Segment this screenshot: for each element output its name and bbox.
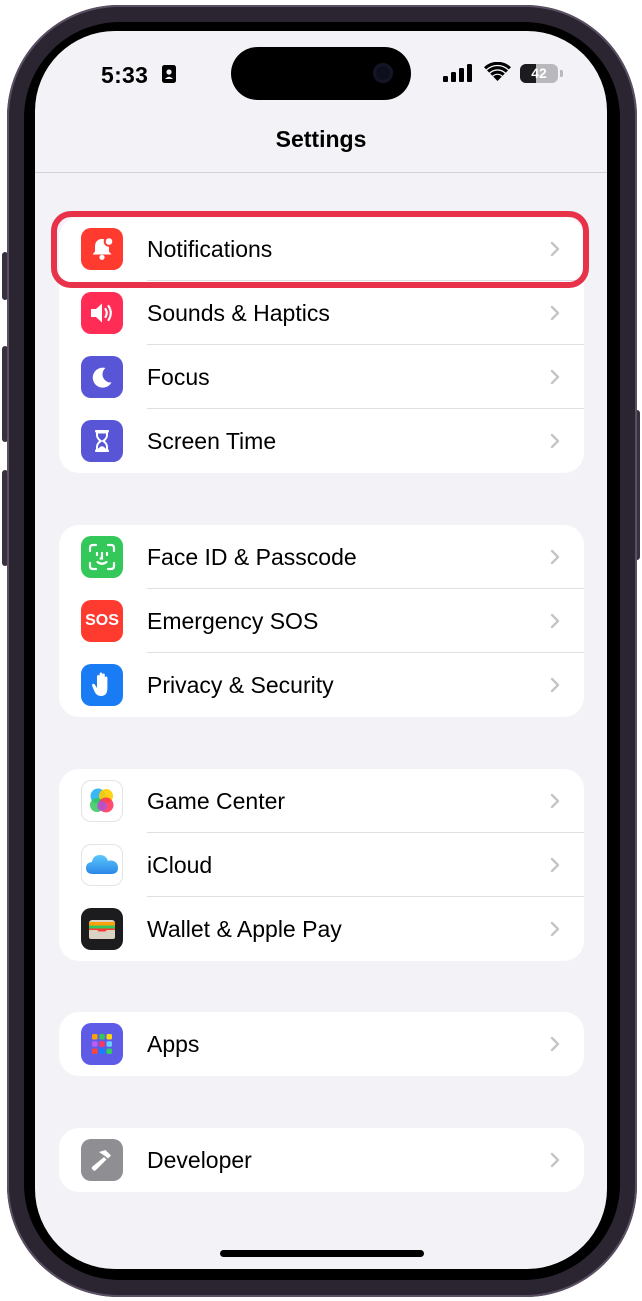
settings-group-1: Notifications Sounds & Haptics Focus Scr… (59, 217, 584, 473)
game-center-icon (81, 780, 123, 822)
settings-item-game-center[interactable]: Game Center (59, 769, 584, 833)
settings-group-3: Game Center iCloud Wallet & Apple Pay (59, 769, 584, 961)
settings-item-notifications[interactable]: Notifications (59, 217, 584, 281)
home-indicator[interactable] (220, 1250, 424, 1257)
bell-icon (81, 228, 123, 270)
settings-group-4: Apps (59, 1012, 584, 1076)
settings-item-label: Face ID & Passcode (147, 544, 357, 570)
chevron-right-icon (550, 549, 560, 565)
settings-item-apps[interactable]: Apps (59, 1012, 584, 1076)
settings-item-label: Wallet & Apple Pay (147, 916, 342, 942)
settings-item-label: Screen Time (147, 428, 277, 454)
chevron-right-icon (550, 241, 560, 257)
settings-item-sounds-haptics[interactable]: Sounds & Haptics (59, 281, 584, 345)
hand-icon (81, 664, 123, 706)
page-title: Settings (275, 126, 367, 152)
battery-icon: 42 (520, 64, 558, 83)
settings-item-developer[interactable]: Developer (59, 1128, 584, 1192)
chevron-right-icon (550, 369, 560, 385)
chevron-right-icon (550, 1036, 560, 1052)
settings-item-privacy-security[interactable]: Privacy & Security (59, 653, 584, 717)
screen: 5:33 42 Settings Notifications Sounds & … (35, 31, 607, 1269)
settings-item-wallet-apple-pay[interactable]: Wallet & Apple Pay (59, 897, 584, 961)
settings-group-2: Face ID & Passcode SOS Emergency SOS Pri… (59, 525, 584, 717)
cellular-signal-icon (443, 64, 472, 82)
apps-grid-icon (81, 1023, 123, 1065)
settings-item-screen-time[interactable]: Screen Time (59, 409, 584, 473)
settings-item-label: iCloud (147, 852, 213, 878)
settings-item-label: Focus (147, 364, 210, 390)
chevron-right-icon (550, 793, 560, 809)
nav-divider (35, 172, 607, 173)
battery-percent: 42 (531, 65, 547, 81)
chevron-right-icon (550, 433, 560, 449)
chevron-right-icon (550, 613, 560, 629)
settings-item-emergency-sos[interactable]: SOS Emergency SOS (59, 589, 584, 653)
chevron-right-icon (550, 305, 560, 321)
speaker-icon (81, 292, 123, 334)
dynamic-island (231, 47, 411, 100)
hourglass-icon (81, 420, 123, 462)
hammer-icon (81, 1139, 123, 1181)
chevron-right-icon (550, 677, 560, 693)
camera-icon (373, 63, 393, 83)
wifi-icon (484, 62, 511, 81)
settings-item-icloud[interactable]: iCloud (59, 833, 584, 897)
battery-tip (560, 70, 563, 77)
settings-group-5: Developer (59, 1128, 584, 1192)
wallet-icon (81, 908, 123, 950)
sos-icon: SOS (81, 600, 123, 642)
settings-item-label: Sounds & Haptics (147, 300, 330, 326)
settings-item-label: Game Center (147, 788, 286, 814)
settings-item-label: Emergency SOS (147, 608, 319, 634)
status-time: 5:33 (101, 62, 149, 88)
chevron-right-icon (550, 1152, 560, 1168)
settings-item-label: Apps (147, 1031, 200, 1057)
settings-item-focus[interactable]: Focus (59, 345, 584, 409)
chevron-right-icon (550, 857, 560, 873)
settings-item-label: Privacy & Security (147, 672, 334, 698)
chevron-right-icon (550, 921, 560, 937)
sos-icon-text: SOS (85, 612, 119, 629)
settings-item-face-id-passcode[interactable]: Face ID & Passcode (59, 525, 584, 589)
cloud-icon (81, 844, 123, 886)
settings-item-label: Developer (147, 1147, 252, 1173)
settings-item-label: Notifications (147, 236, 273, 262)
contact-card-icon (162, 65, 176, 83)
moon-icon (81, 356, 123, 398)
face-id-icon (81, 536, 123, 578)
